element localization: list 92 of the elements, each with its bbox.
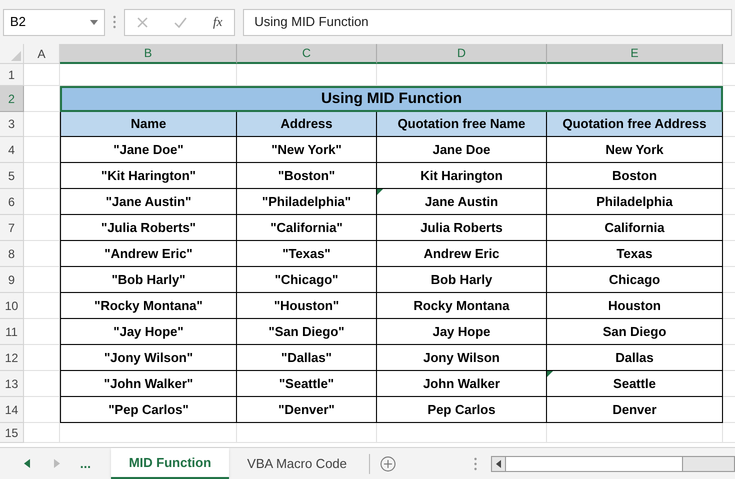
- scroll-left-icon[interactable]: [24, 459, 30, 468]
- row-header[interactable]: 1: [0, 64, 24, 86]
- table-cell[interactable]: California: [547, 215, 723, 241]
- table-cell[interactable]: Andrew Eric: [377, 241, 547, 267]
- column-header[interactable]: A: [24, 44, 60, 64]
- table-cell[interactable]: "Texas": [237, 241, 377, 267]
- add-sheet-icon[interactable]: [380, 456, 396, 472]
- table-cell[interactable]: Jony Wilson: [377, 345, 547, 371]
- table-cell[interactable]: Kit Harington: [377, 163, 547, 189]
- table-cell[interactable]: Houston: [547, 293, 723, 319]
- table-cell[interactable]: Jay Hope: [377, 319, 547, 345]
- cancel-icon[interactable]: [137, 16, 148, 28]
- table-cell[interactable]: "Jane Austin": [60, 189, 237, 215]
- row-header[interactable]: 14: [0, 397, 24, 423]
- scroll-left-icon[interactable]: [496, 460, 501, 468]
- checkmark-icon[interactable]: [174, 16, 187, 28]
- more-sheets-button[interactable]: ...: [80, 454, 91, 474]
- table-cell[interactable]: New York: [547, 137, 723, 163]
- table-cell[interactable]: "John Walker": [60, 371, 237, 397]
- table-cell[interactable]: Bob Harly: [377, 267, 547, 293]
- insert-function-button[interactable]: fx: [213, 12, 222, 32]
- table-cell[interactable]: Texas: [547, 241, 723, 267]
- sheet-tab[interactable]: MID Function: [110, 448, 230, 479]
- table-cell[interactable]: "Julia Roberts": [60, 215, 237, 241]
- table-cell[interactable]: "Chicago": [237, 267, 377, 293]
- select-all-button[interactable]: [0, 44, 24, 64]
- table-cell[interactable]: "Andrew Eric": [60, 241, 237, 267]
- table-cell[interactable]: Philadelphia: [547, 189, 723, 215]
- row-header[interactable]: 9: [0, 267, 24, 293]
- table-cell[interactable]: "Houston": [237, 293, 377, 319]
- table-cell[interactable]: Chicago: [547, 267, 723, 293]
- table-cell[interactable]: Rocky Montana: [377, 293, 547, 319]
- triangle-icon: [11, 51, 21, 61]
- formula-text: Using MID Function: [254, 13, 369, 32]
- table-cell[interactable]: "Jony Wilson": [60, 345, 237, 371]
- table-cell[interactable]: Boston: [547, 163, 723, 189]
- table-cell[interactable]: "Jane Doe": [60, 137, 237, 163]
- row-header[interactable]: 12: [0, 345, 24, 371]
- sheet-tab[interactable]: VBA Macro Code: [229, 448, 365, 479]
- title-cell[interactable]: Using MID Function: [60, 86, 723, 112]
- table-cell[interactable]: "Bob Harly": [60, 267, 237, 293]
- scroll-right-icon[interactable]: [54, 459, 60, 468]
- column-header[interactable]: E: [547, 44, 723, 64]
- table-cell[interactable]: "Seattle": [237, 371, 377, 397]
- row-header[interactable]: 10: [0, 293, 24, 319]
- table-cell[interactable]: "Denver": [237, 397, 377, 423]
- cell-reference: B2: [10, 13, 26, 32]
- row-header[interactable]: 3: [0, 112, 24, 137]
- error-indicator-icon[interactable]: [377, 189, 383, 195]
- row-header[interactable]: 7: [0, 215, 24, 241]
- table-cell[interactable]: Dallas: [547, 345, 723, 371]
- error-indicator-icon[interactable]: [547, 371, 553, 377]
- table-cell[interactable]: "San Diego": [237, 319, 377, 345]
- table-cell[interactable]: "Rocky Montana": [60, 293, 237, 319]
- more-options-icon[interactable]: [113, 15, 116, 29]
- row-header[interactable]: 6: [0, 189, 24, 215]
- table-cell[interactable]: John Walker: [377, 371, 547, 397]
- table-cell[interactable]: Seattle: [547, 371, 723, 397]
- table-cell[interactable]: Pep Carlos: [377, 397, 547, 423]
- column-header[interactable]: [723, 44, 735, 64]
- dropdown-icon[interactable]: [90, 20, 98, 24]
- table-cell[interactable]: "California": [237, 215, 377, 241]
- column-heading-cell[interactable]: Quotation free Name: [377, 112, 547, 137]
- row-header[interactable]: 11: [0, 319, 24, 345]
- table-cell[interactable]: "Boston": [237, 163, 377, 189]
- table-cell[interactable]: "Kit Harington": [60, 163, 237, 189]
- row-header[interactable]: 8: [0, 241, 24, 267]
- table-cell[interactable]: "Jay Hope": [60, 319, 237, 345]
- column-heading-cell[interactable]: Quotation free Address: [547, 112, 723, 137]
- row-header[interactable]: 2: [0, 86, 24, 112]
- scrollbar-thumb[interactable]: [504, 456, 683, 470]
- table-cell[interactable]: San Diego: [547, 319, 723, 345]
- row-header[interactable]: 15: [0, 423, 24, 443]
- table-cell[interactable]: Denver: [547, 397, 723, 423]
- row-header[interactable]: 5: [0, 163, 24, 189]
- table-cell[interactable]: "New York": [237, 137, 377, 163]
- table-cell[interactable]: "Philadelphia": [237, 189, 377, 215]
- column-header[interactable]: C: [237, 44, 377, 64]
- row-header[interactable]: 13: [0, 371, 24, 397]
- table-cell[interactable]: Jane Austin: [377, 189, 547, 215]
- table-cell[interactable]: "Pep Carlos": [60, 397, 237, 423]
- column-heading-cell[interactable]: Address: [237, 112, 377, 137]
- more-options-icon[interactable]: [474, 456, 477, 470]
- row-header[interactable]: 4: [0, 137, 24, 163]
- table-cell[interactable]: Jane Doe: [377, 137, 547, 163]
- column-header[interactable]: D: [377, 44, 547, 64]
- column-heading-cell[interactable]: Name: [60, 112, 237, 137]
- table-cell[interactable]: Julia Roberts: [377, 215, 547, 241]
- horizontal-scrollbar[interactable]: [490, 456, 735, 472]
- name-box[interactable]: B2: [3, 8, 105, 36]
- table-cell[interactable]: "Dallas": [237, 345, 377, 371]
- column-header[interactable]: B: [60, 44, 237, 64]
